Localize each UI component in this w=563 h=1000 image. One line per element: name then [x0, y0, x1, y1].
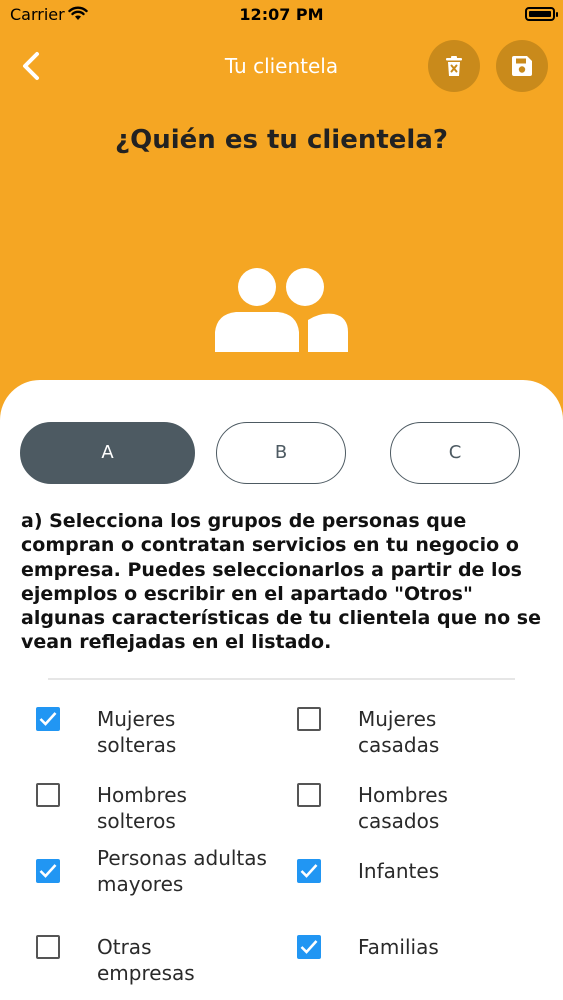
option-label: Familias [358, 935, 439, 959]
clock: 12:07 PM [239, 5, 324, 24]
checkbox-unchecked[interactable] [297, 783, 321, 807]
checkbox-checked[interactable] [36, 707, 60, 731]
option-label: Otras empresas [97, 935, 195, 985]
tab-b[interactable]: B [216, 422, 346, 484]
battery-icon [525, 7, 558, 21]
question-text: a) Selecciona los grupos de personas que… [21, 510, 541, 654]
option-label: Mujeres solteras [97, 707, 177, 757]
delete-button[interactable] [428, 40, 480, 92]
checkbox-unchecked[interactable] [36, 783, 60, 807]
save-button[interactable] [496, 40, 548, 92]
checkbox-unchecked[interactable] [297, 707, 321, 731]
checkbox-unchecked[interactable] [36, 935, 60, 959]
option-label: Mujeres casadas [358, 707, 440, 757]
checkbox-checked[interactable] [297, 859, 321, 883]
status-bar: Carrier 12:07 PM [0, 0, 563, 30]
people-icon [214, 266, 350, 359]
checkbox-checked[interactable] [36, 859, 60, 883]
option-label: Infantes [358, 859, 440, 883]
divider [48, 678, 515, 680]
tab-a[interactable]: A [20, 422, 195, 484]
option-label: Hombres solteros [97, 783, 187, 833]
trash-icon [446, 56, 462, 76]
save-icon [512, 56, 532, 76]
tab-c[interactable]: C [390, 422, 520, 484]
checkbox-checked[interactable] [297, 935, 321, 959]
option-label: Hombres casados [358, 783, 448, 833]
option-label: Personas adultas mayores [97, 846, 267, 896]
page-heading: ¿Quién es tu clientela? [115, 125, 448, 155]
